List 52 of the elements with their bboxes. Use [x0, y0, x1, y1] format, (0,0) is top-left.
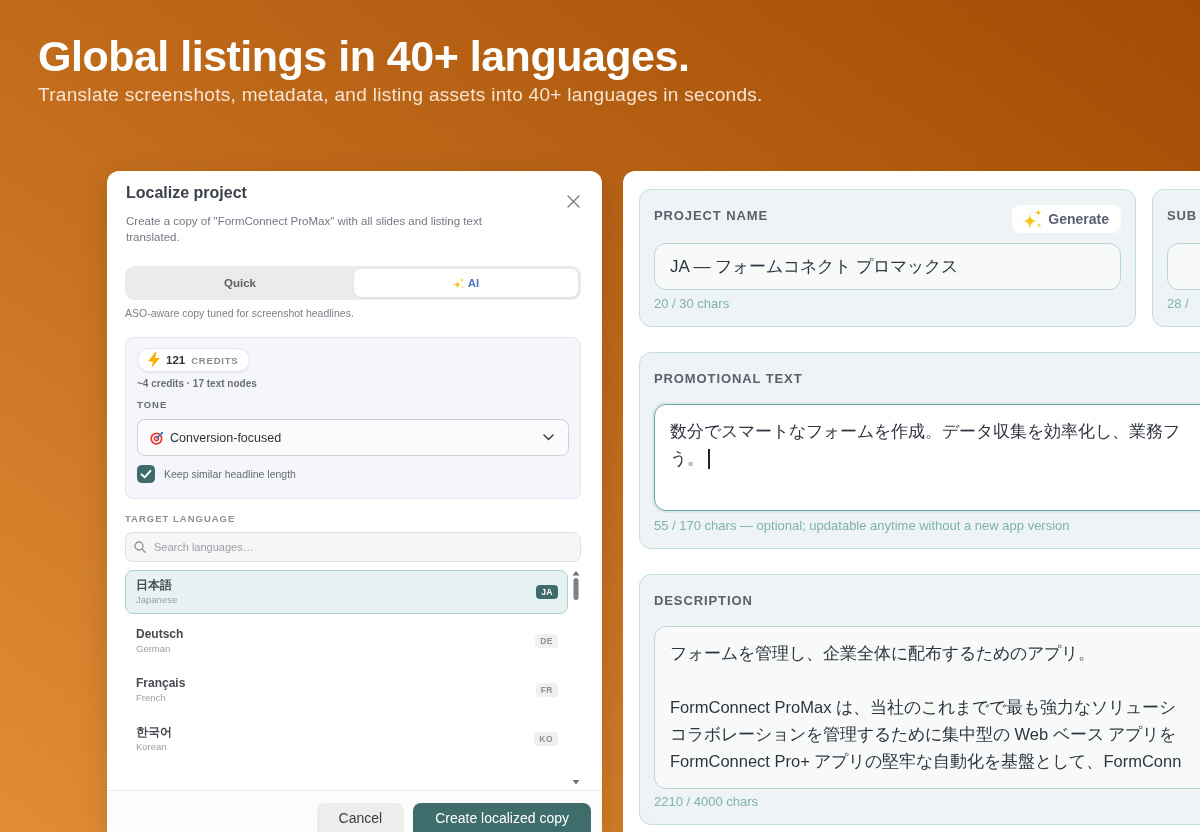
scrollbar[interactable]: [572, 571, 580, 785]
checkbox[interactable]: [137, 465, 155, 483]
language-option[interactable]: 日本語 Japanese JA: [125, 570, 568, 614]
language-code-badge: FR: [535, 683, 558, 697]
field-label: PROMOTIONAL TEXT: [654, 370, 803, 388]
credit-estimate: ~4 credits · 17 text nodes: [137, 377, 257, 391]
language-native-name: Français: [136, 676, 186, 691]
create-copy-button[interactable]: Create localized copy: [413, 803, 591, 832]
dialog-description: Create a copy of "FormConnect ProMax" with all slides and listing text translated.: [126, 214, 483, 245]
char-counter: 28 /: [1167, 297, 1189, 311]
char-counter: 20 / 30 chars: [654, 297, 730, 311]
tone-select[interactable]: Conversion-focused: [137, 419, 569, 456]
language-english-name: German: [136, 642, 171, 655]
language-native-name: 한국어: [136, 725, 172, 740]
hero-subtitle: Translate screenshots, metadata, and listing assets into 40+ languages in seconds.: [38, 83, 763, 107]
text-input[interactable]: JA — フォームコネクト プロマックス: [654, 243, 1121, 290]
sparkles-icon: [452, 277, 464, 289]
tone-label: TONE: [137, 398, 168, 412]
language-english-name: French: [136, 691, 166, 704]
language-native-name: 日本語: [136, 578, 172, 593]
mode-tab[interactable]: Quick: [128, 269, 352, 297]
search-field[interactable]: Search languages…: [125, 532, 581, 562]
generate-button[interactable]: Generate: [1012, 205, 1121, 233]
sparkles-icon: [1022, 209, 1043, 229]
promotional-text-field[interactable]: 数分でスマートなフォームを作成。データ収集を効率化し、業務フ う。: [654, 404, 1200, 511]
field-label: SUB: [1167, 207, 1198, 225]
language-code-badge: KO: [534, 732, 558, 746]
mode-hint: ASO-aware copy tuned for screenshot headlines.: [125, 306, 355, 320]
checkbox-label: Keep similar headline length: [164, 468, 296, 480]
field-label: PROJECT NAME: [654, 207, 769, 225]
section-label: TARGET LANGUAGE: [125, 512, 236, 526]
text-cursor-icon: [708, 448, 710, 469]
char-counter: 2210 / 4000 chars: [654, 795, 759, 809]
mode-tab[interactable]: AI: [354, 269, 578, 297]
cancel-button[interactable]: Cancel: [316, 803, 405, 832]
language-native-name: Deutsch: [136, 627, 184, 642]
chevron-down-icon: [543, 434, 554, 441]
search-icon: [134, 541, 146, 553]
language-code-badge: JA: [536, 585, 558, 599]
lightning-icon: [148, 352, 160, 368]
char-counter: 55 / 170 chars — optional; updatable anytime without a new app version: [654, 519, 1070, 533]
language-code-badge: DE: [535, 634, 558, 648]
field-label: DESCRIPTION: [654, 592, 753, 610]
credits-label: CREDITS: [191, 354, 239, 366]
language-english-name: Japanese: [136, 593, 178, 606]
description-field[interactable]: フォームを管理し、企業全体に配布するためのアプリ。 FormConnect ProMax は、当社のこれまでで最も強力なソリューシ コラボレーションを管理するために集中型の Web ベース アプリを FormConnect Pro+ アプリの堅牢な自動化を基盤として、FormConn: [654, 626, 1200, 789]
dialog-title: Localize project: [126, 183, 247, 203]
close-icon[interactable]: [567, 195, 580, 208]
hero-title: Global listings in 40+ languages.: [38, 31, 690, 82]
credits-count: 121: [166, 354, 186, 366]
target-icon: [150, 430, 164, 445]
language-english-name: Korean: [136, 740, 167, 753]
